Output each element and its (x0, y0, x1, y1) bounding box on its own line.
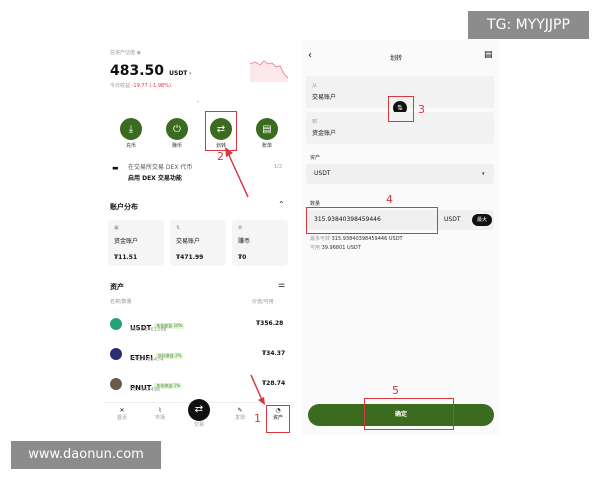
max-button[interactable]: 最大 (472, 214, 492, 226)
dist-card-value: ₮471.99 (176, 254, 204, 261)
from-value: 交易账户 (312, 94, 337, 101)
dist-card-value: ₮11.51 (114, 254, 138, 261)
highlight-swap (388, 96, 414, 122)
dist-card-funding[interactable]: ▣ 资金账户 ₮11.51 (108, 220, 164, 266)
available-info: 可用 39.96801 USDT (310, 245, 361, 251)
annotation-4: 4 (386, 193, 393, 206)
max-transfer-info: 最多可转 315.93840398459446 USDT (310, 236, 403, 242)
bill-button[interactable]: ▤ (256, 118, 278, 140)
nav-market[interactable]: ⌇ 市场 (148, 407, 172, 421)
funding-icon: ▣ (114, 225, 119, 231)
total-value: 483.50 USDT ▾ (110, 63, 192, 79)
asset-value: ₮34.37 (262, 350, 286, 357)
usdt-coin-icon (110, 318, 122, 330)
arrow-to-assets (250, 374, 265, 405)
asset-row-ethfi[interactable]: ETHFI 年化收益 2% 77.57786474 ₮34.37 (104, 340, 294, 370)
ethfi-coin-icon (110, 348, 122, 360)
banner-line2: 启用 DEX 交易功能 (128, 175, 182, 182)
asset-amount: 77.57786474 (130, 357, 164, 363)
dist-card-name: 赚币 (238, 238, 251, 245)
distribution-title: 账户分布 (110, 203, 138, 211)
dist-card-trading[interactable]: ⇅ 交易账户 ₮471.99 (170, 220, 226, 266)
chevron-down-icon[interactable]: ▾ (187, 71, 192, 77)
history-icon[interactable]: ▤ (484, 50, 493, 60)
earn-small-icon: ✿ (238, 225, 243, 231)
annotation-5: 5 (392, 384, 399, 397)
dist-card-name: 交易账户 (176, 238, 201, 245)
back-icon[interactable]: ‹ (308, 50, 312, 61)
total-label: 总资产估值 ◉ (110, 50, 141, 56)
nav-discover[interactable]: ✎ 发现 (228, 407, 252, 421)
assets-title: 资产 (110, 283, 124, 291)
earn-button[interactable]: ⏻ (166, 118, 188, 140)
highlight-assets-nav (266, 405, 290, 433)
banner-line1: 在交易所交易 DEX 代币 (128, 164, 193, 171)
deposit-button[interactable]: ⤓ (120, 118, 142, 140)
annotation-1: 1 (254, 412, 261, 425)
col-name-header: 名称/数量 (110, 299, 132, 305)
from-label: 从 (312, 83, 318, 89)
dist-card-value: ₮0 (238, 254, 247, 261)
watermark-top: TG: MYYJJPP (468, 11, 589, 39)
bill-label: 账单 (261, 143, 272, 149)
nav-home[interactable]: ✕ 首页 (110, 407, 134, 421)
asset-amount: 356.28461398 (130, 327, 167, 333)
asset-value: USDT (314, 170, 331, 177)
trading-icon: ⇅ (176, 225, 181, 231)
nav-trade[interactable]: ⇄ 交易 (187, 399, 211, 428)
filter-icon[interactable]: ⚌ (278, 280, 285, 289)
pnut-coin-icon (110, 378, 122, 390)
asset-amount: 665.843496 (130, 387, 161, 393)
watermark-bottom: www.daonun.com (11, 441, 161, 469)
arrow-to-transfer (225, 147, 249, 198)
dist-card-earn[interactable]: ✿ 赚币 ₮0 (232, 220, 288, 266)
col-value-header: 价值/可用 (252, 299, 274, 305)
dist-card-name: 资金账户 (114, 238, 139, 245)
annotation-3: 3 (418, 103, 425, 116)
collapse-chevron-icon[interactable]: ⌄ (196, 98, 200, 104)
wallet-icon: ▬ (112, 164, 119, 172)
to-value: 资金账户 (312, 130, 337, 137)
dex-banner[interactable]: ▬ 在交易所交易 DEX 代币 启用 DEX 交易功能 1/2 (108, 158, 290, 188)
market-icon: ⌇ (158, 407, 162, 414)
highlight-qty (306, 207, 438, 234)
asset-select[interactable]: USDT ▾ (306, 164, 494, 184)
discover-icon: ✎ (237, 407, 243, 414)
asset-row-usdt[interactable]: USDT 年化收益 10% 356.28461398 ₮356.28 (104, 310, 294, 340)
page-title: 划转 (390, 55, 403, 62)
eye-icon[interactable]: ◉ (137, 50, 141, 56)
today-pnl: 今日收益 -19.77 (-1.98%) (110, 83, 171, 89)
distribution-collapse-icon[interactable]: ⌃ (278, 200, 285, 209)
caret-down-icon: ▾ (482, 171, 485, 177)
trade-icon: ⇄ (188, 399, 210, 421)
deposit-label: 充币 (125, 143, 136, 149)
highlight-confirm (364, 398, 454, 430)
asset-label: 资产 (310, 155, 321, 161)
pnl-sparkline (250, 60, 288, 82)
earn-label: 赚币 (171, 143, 182, 149)
banner-pager: 1/2 (274, 164, 283, 170)
qty-unit: USDT (444, 216, 461, 223)
qty-label: 数量 (310, 201, 321, 207)
asset-value: ₮356.28 (256, 320, 284, 327)
home-icon: ✕ (119, 407, 125, 414)
to-label: 到 (312, 119, 318, 125)
